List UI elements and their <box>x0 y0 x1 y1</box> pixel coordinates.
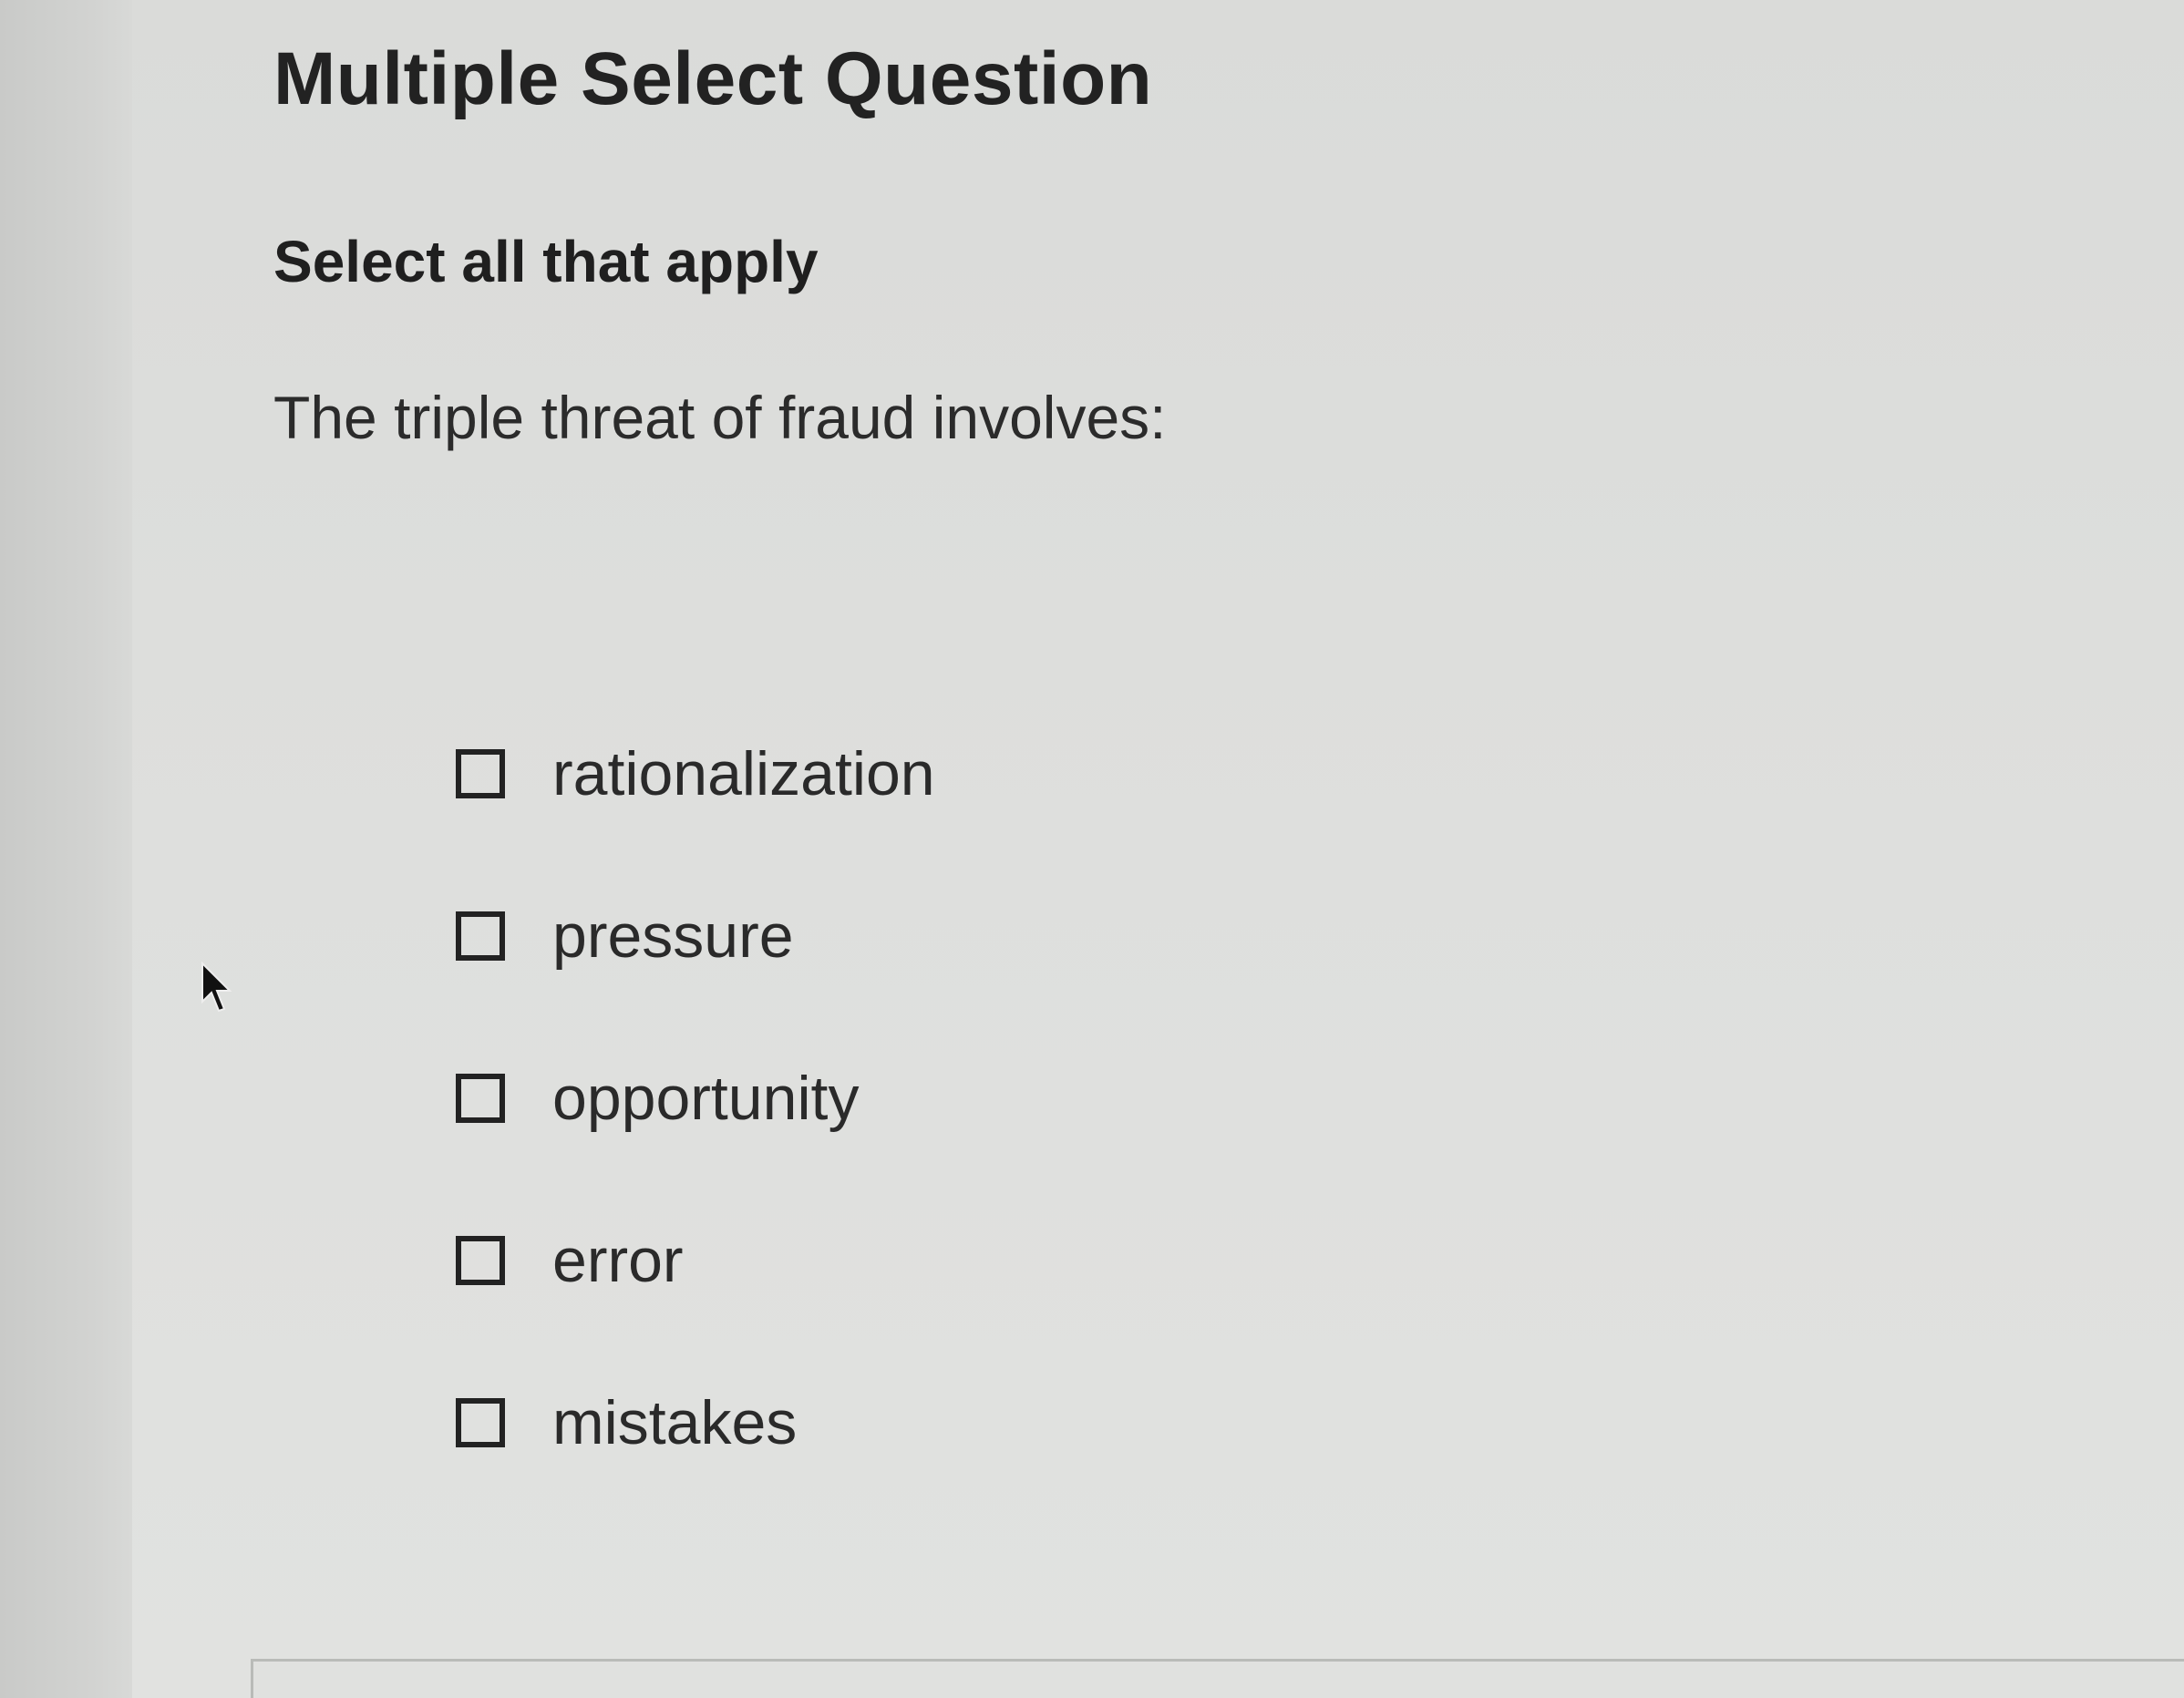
next-section-box <box>251 1659 2184 1698</box>
option-label: mistakes <box>552 1388 798 1457</box>
checkbox[interactable] <box>456 749 505 798</box>
option-error[interactable]: error <box>456 1179 935 1342</box>
option-label: opportunity <box>552 1064 860 1133</box>
option-pressure[interactable]: pressure <box>456 855 935 1017</box>
option-opportunity[interactable]: opportunity <box>456 1017 935 1179</box>
left-gutter <box>0 0 132 1698</box>
option-label: pressure <box>552 901 794 971</box>
option-mistakes[interactable]: mistakes <box>456 1342 935 1504</box>
question-prompt: The triple threat of fraud involves: <box>273 384 1167 451</box>
mouse-pointer-icon <box>201 962 232 1013</box>
question-type-title: Multiple Select Question <box>273 37 1153 120</box>
option-label: error <box>552 1226 684 1295</box>
answer-options-list: rationalization pressure opportunity err… <box>456 693 935 1504</box>
option-rationalization[interactable]: rationalization <box>456 693 935 855</box>
checkbox[interactable] <box>456 911 505 961</box>
checkbox[interactable] <box>456 1236 505 1285</box>
checkbox[interactable] <box>456 1074 505 1123</box>
option-label: rationalization <box>552 739 935 808</box>
checkbox[interactable] <box>456 1398 505 1447</box>
instruction-text: Select all that apply <box>273 229 819 294</box>
